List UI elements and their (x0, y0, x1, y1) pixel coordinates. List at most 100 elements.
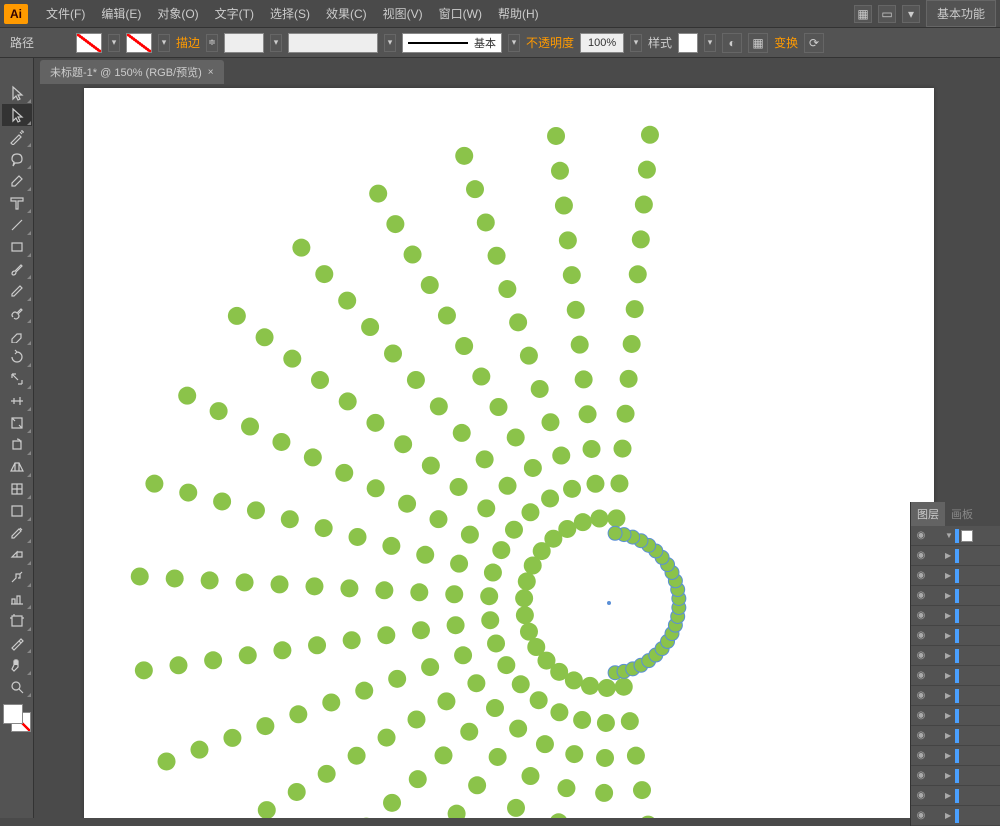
opacity-label[interactable]: 不透明度 (526, 34, 574, 51)
width-tool[interactable] (2, 390, 32, 412)
layer-row[interactable]: ◉▶ (911, 726, 1000, 746)
artboards-tab[interactable]: 画板 (945, 502, 979, 526)
hand-tool[interactable] (2, 654, 32, 676)
layer-row[interactable]: ◉▶ (911, 686, 1000, 706)
blend-tool[interactable] (2, 544, 32, 566)
artboard-tool[interactable] (2, 610, 32, 632)
workspace-switcher[interactable]: 基本功能 (926, 0, 996, 27)
symbol-sprayer-tool[interactable] (2, 566, 32, 588)
layer-row[interactable]: ◉▶ (911, 546, 1000, 566)
brush-definition[interactable]: 基本 (402, 33, 502, 53)
slice-tool[interactable] (2, 632, 32, 654)
document-tab[interactable]: 未标题-1* @ 150% (RGB/预览) × (40, 60, 224, 84)
menu-2[interactable]: 对象(O) (149, 1, 206, 26)
eyedropper-tool[interactable] (2, 522, 32, 544)
arrange-docs-dd[interactable]: ▾ (902, 5, 920, 23)
menu-8[interactable]: 帮助(H) (490, 1, 547, 26)
visibility-icon[interactable]: ◉ (911, 690, 931, 701)
visibility-icon[interactable]: ◉ (911, 550, 931, 561)
paintbrush-tool[interactable] (2, 258, 32, 280)
line-tool[interactable] (2, 214, 32, 236)
transform-label[interactable]: 变换 (774, 34, 798, 51)
var-width-dd[interactable]: ▾ (384, 34, 396, 52)
layer-row[interactable]: ◉▶ (911, 566, 1000, 586)
stroke-weight-input[interactable] (224, 33, 264, 53)
selection-tool[interactable] (2, 82, 32, 104)
stroke-dd[interactable]: ▾ (158, 34, 170, 52)
visibility-icon[interactable]: ◉ (911, 730, 931, 741)
menu-1[interactable]: 编辑(E) (93, 1, 149, 26)
stroke-swatch[interactable] (126, 33, 152, 53)
pencil-tool[interactable] (2, 280, 32, 302)
layer-row[interactable]: ◉▶ (911, 766, 1000, 786)
layer-row[interactable]: ◉▼ (911, 526, 1000, 546)
menu-4[interactable]: 选择(S) (262, 1, 318, 26)
fill-stroke-control[interactable] (3, 704, 31, 732)
type-tool[interactable] (2, 192, 32, 214)
visibility-icon[interactable]: ◉ (911, 670, 931, 681)
rectangle-tool[interactable] (2, 236, 32, 258)
layer-row[interactable]: ◉▶ (911, 646, 1000, 666)
isolate-icon[interactable]: ⟳ (804, 33, 824, 53)
layer-row[interactable]: ◉▶ (911, 786, 1000, 806)
layer-row[interactable]: ◉▶ (911, 606, 1000, 626)
layer-row[interactable]: ◉▶ (911, 706, 1000, 726)
free-transform-tool[interactable] (2, 412, 32, 434)
recolor-icon[interactable]: ◐ (722, 33, 742, 53)
close-tab-icon[interactable]: × (208, 67, 214, 78)
layer-row[interactable]: ◉▶ (911, 666, 1000, 686)
stroke-weight-dd[interactable]: ▾ (270, 34, 282, 52)
menu-7[interactable]: 窗口(W) (431, 1, 490, 26)
fill-dd[interactable]: ▾ (108, 34, 120, 52)
layer-row[interactable]: ◉▶ (911, 626, 1000, 646)
visibility-icon[interactable]: ◉ (911, 810, 931, 821)
document-tab-title: 未标题-1* @ 150% (RGB/预览) (50, 64, 202, 80)
layer-row[interactable]: ◉▶ (911, 806, 1000, 826)
visibility-icon[interactable]: ◉ (911, 770, 931, 781)
mesh-tool[interactable] (2, 478, 32, 500)
opacity-input[interactable] (580, 33, 624, 53)
visibility-icon[interactable]: ◉ (911, 610, 931, 621)
style-dd[interactable]: ▾ (704, 34, 716, 52)
visibility-icon[interactable]: ◉ (911, 530, 931, 541)
document-area: 未标题-1* @ 150% (RGB/预览) × (34, 58, 1000, 818)
visibility-icon[interactable]: ◉ (911, 710, 931, 721)
magic-wand-tool[interactable] (2, 126, 32, 148)
visibility-icon[interactable]: ◉ (911, 570, 931, 581)
arrange-docs-icon[interactable]: ▭ (878, 5, 896, 23)
menu-5[interactable]: 效果(C) (318, 1, 375, 26)
bridge-icon[interactable]: ▦ (854, 5, 872, 23)
fill-swatch[interactable] (76, 33, 102, 53)
visibility-icon[interactable]: ◉ (911, 790, 931, 801)
layers-tab[interactable]: 图层 (911, 502, 945, 526)
brush-dd[interactable]: ▾ (508, 34, 520, 52)
menu-6[interactable]: 视图(V) (375, 1, 431, 26)
menu-0[interactable]: 文件(F) (38, 1, 93, 26)
menu-3[interactable]: 文字(T) (207, 1, 262, 26)
layer-row[interactable]: ◉▶ (911, 586, 1000, 606)
scale-tool[interactable] (2, 368, 32, 390)
direct-selection-tool[interactable] (2, 104, 32, 126)
shape-builder-tool[interactable] (2, 434, 32, 456)
visibility-icon[interactable]: ◉ (911, 750, 931, 761)
stroke-weight-spin[interactable]: ≑ (206, 34, 218, 52)
stroke-label[interactable]: 描边 (176, 34, 200, 51)
lasso-tool[interactable] (2, 148, 32, 170)
visibility-icon[interactable]: ◉ (911, 630, 931, 641)
eraser-tool[interactable] (2, 324, 32, 346)
pen-tool[interactable] (2, 170, 32, 192)
align-icon[interactable]: ▦ (748, 33, 768, 53)
visibility-icon[interactable]: ◉ (911, 590, 931, 601)
var-width-profile[interactable] (288, 33, 378, 53)
layer-row[interactable]: ◉▶ (911, 746, 1000, 766)
graphic-style-swatch[interactable] (678, 33, 698, 53)
zoom-tool[interactable] (2, 676, 32, 698)
column-graph-tool[interactable] (2, 588, 32, 610)
rotate-tool[interactable] (2, 346, 32, 368)
canvas[interactable] (34, 84, 1000, 818)
perspective-tool[interactable] (2, 456, 32, 478)
gradient-tool[interactable] (2, 500, 32, 522)
opacity-dd[interactable]: ▾ (630, 34, 642, 52)
visibility-icon[interactable]: ◉ (911, 650, 931, 661)
blob-brush-tool[interactable] (2, 302, 32, 324)
